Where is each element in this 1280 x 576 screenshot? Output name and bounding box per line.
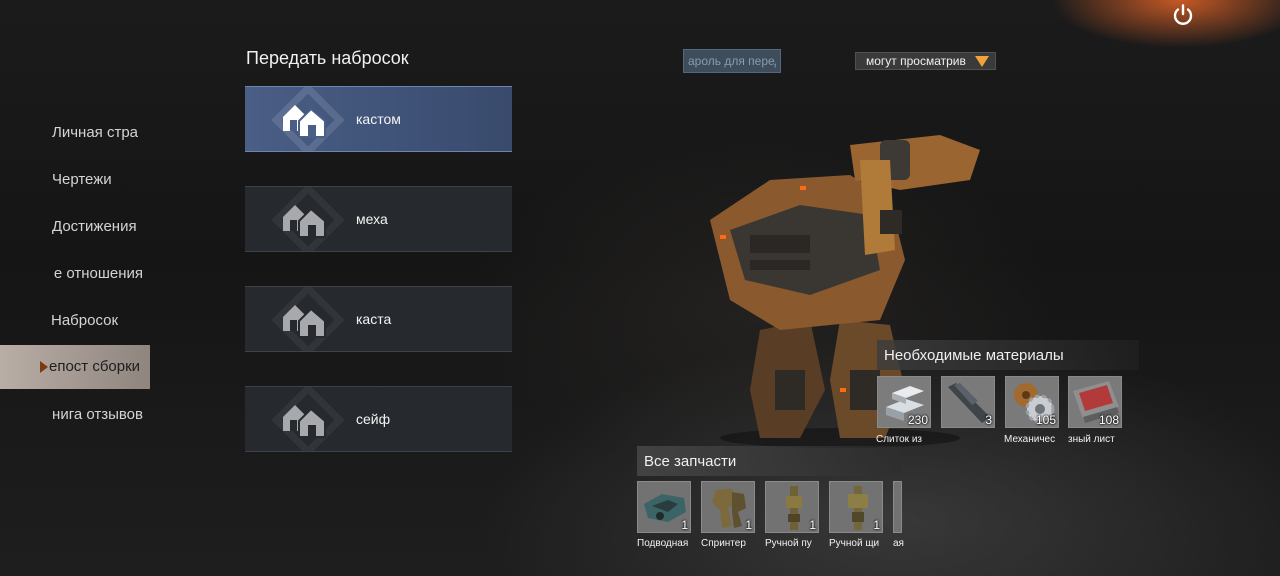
nav-item-label: Достижения: [52, 217, 137, 235]
part-count: 1: [681, 518, 688, 532]
sketch-item-label: сейф: [356, 411, 391, 427]
parts-header: Все запчасти: [637, 446, 902, 476]
part-name: Подводная: [637, 538, 689, 549]
sketch-item-label: кастом: [356, 111, 401, 127]
part-tile[interactable]: 1: [765, 481, 819, 533]
part-name: ая: [893, 538, 904, 549]
material-tile[interactable]: 3: [941, 376, 995, 428]
nav-item-label: епост сборки: [49, 358, 141, 375]
material-count: 230: [907, 413, 928, 427]
part-tile[interactable]: 1: [701, 481, 755, 533]
material-count: 105: [1035, 413, 1056, 427]
houses-icon: [279, 395, 331, 443]
nav-item-build-repost[interactable]: епост сборки: [0, 345, 150, 389]
partial-part-icon: [894, 482, 901, 532]
nav-item-feedback-book[interactable]: нига отзывов: [0, 392, 143, 436]
active-arrow-icon: [40, 361, 48, 373]
nav-item-label: е отношения: [53, 264, 143, 282]
sketch-item-caste[interactable]: каста: [245, 286, 512, 352]
sketch-item-mecha[interactable]: меха: [245, 186, 512, 252]
dropdown-arrow-icon: [975, 56, 989, 67]
part-count: 1: [873, 518, 880, 532]
material-name: Слиток из: [876, 434, 922, 445]
sketch-item-safe[interactable]: сейф: [245, 386, 512, 452]
nav-item-label: нига отзывов: [52, 405, 143, 423]
part-count: 1: [745, 518, 752, 532]
part-name: Ручной щи: [829, 538, 880, 549]
visibility-dropdown[interactable]: могут просматрив: [855, 52, 996, 70]
nav-item-personal-page[interactable]: Личная стра: [0, 110, 143, 154]
houses-icon: [279, 95, 331, 143]
nav-item-relations[interactable]: е отношения: [0, 251, 143, 295]
nav-item-label: Набросок: [51, 311, 119, 329]
power-button[interactable]: [1166, 0, 1200, 30]
material-count: 3: [985, 413, 992, 427]
power-icon: [1173, 4, 1193, 25]
part-count: 1: [809, 518, 816, 532]
nav-item-sketch[interactable]: Набросок: [0, 298, 143, 342]
password-input[interactable]: [683, 49, 781, 73]
nav-item-label: Чертежи: [52, 170, 112, 188]
nav-item-achievements[interactable]: Достижения: [0, 204, 143, 248]
material-tile[interactable]: 230: [877, 376, 931, 428]
material-tile[interactable]: 108: [1068, 376, 1122, 428]
sketch-item-label: каста: [356, 311, 392, 327]
material-count: 108: [1098, 413, 1119, 427]
nav-item-label: Личная стра: [52, 123, 139, 141]
sketch-item-label: меха: [356, 211, 388, 227]
part-tile[interactable]: 1: [637, 481, 691, 533]
houses-icon: [279, 295, 331, 343]
houses-icon: [279, 195, 331, 243]
sketch-item-custom[interactable]: кастом: [245, 86, 512, 152]
material-tile[interactable]: 105: [1005, 376, 1059, 428]
visibility-dropdown-value: могут просматрив: [866, 54, 966, 68]
sketch-panel-title: Передать набросок: [246, 48, 409, 68]
material-name: зный лист: [1068, 434, 1115, 445]
part-name: Спринтер: [701, 538, 746, 549]
part-tile[interactable]: 1: [829, 481, 883, 533]
part-name: Ручной пу: [765, 538, 812, 549]
materials-header: Необходимые материалы: [877, 340, 1139, 370]
nav-item-blueprints[interactable]: Чертежи: [0, 157, 143, 201]
part-tile[interactable]: [893, 481, 902, 533]
material-name: Механичес: [1004, 434, 1056, 445]
